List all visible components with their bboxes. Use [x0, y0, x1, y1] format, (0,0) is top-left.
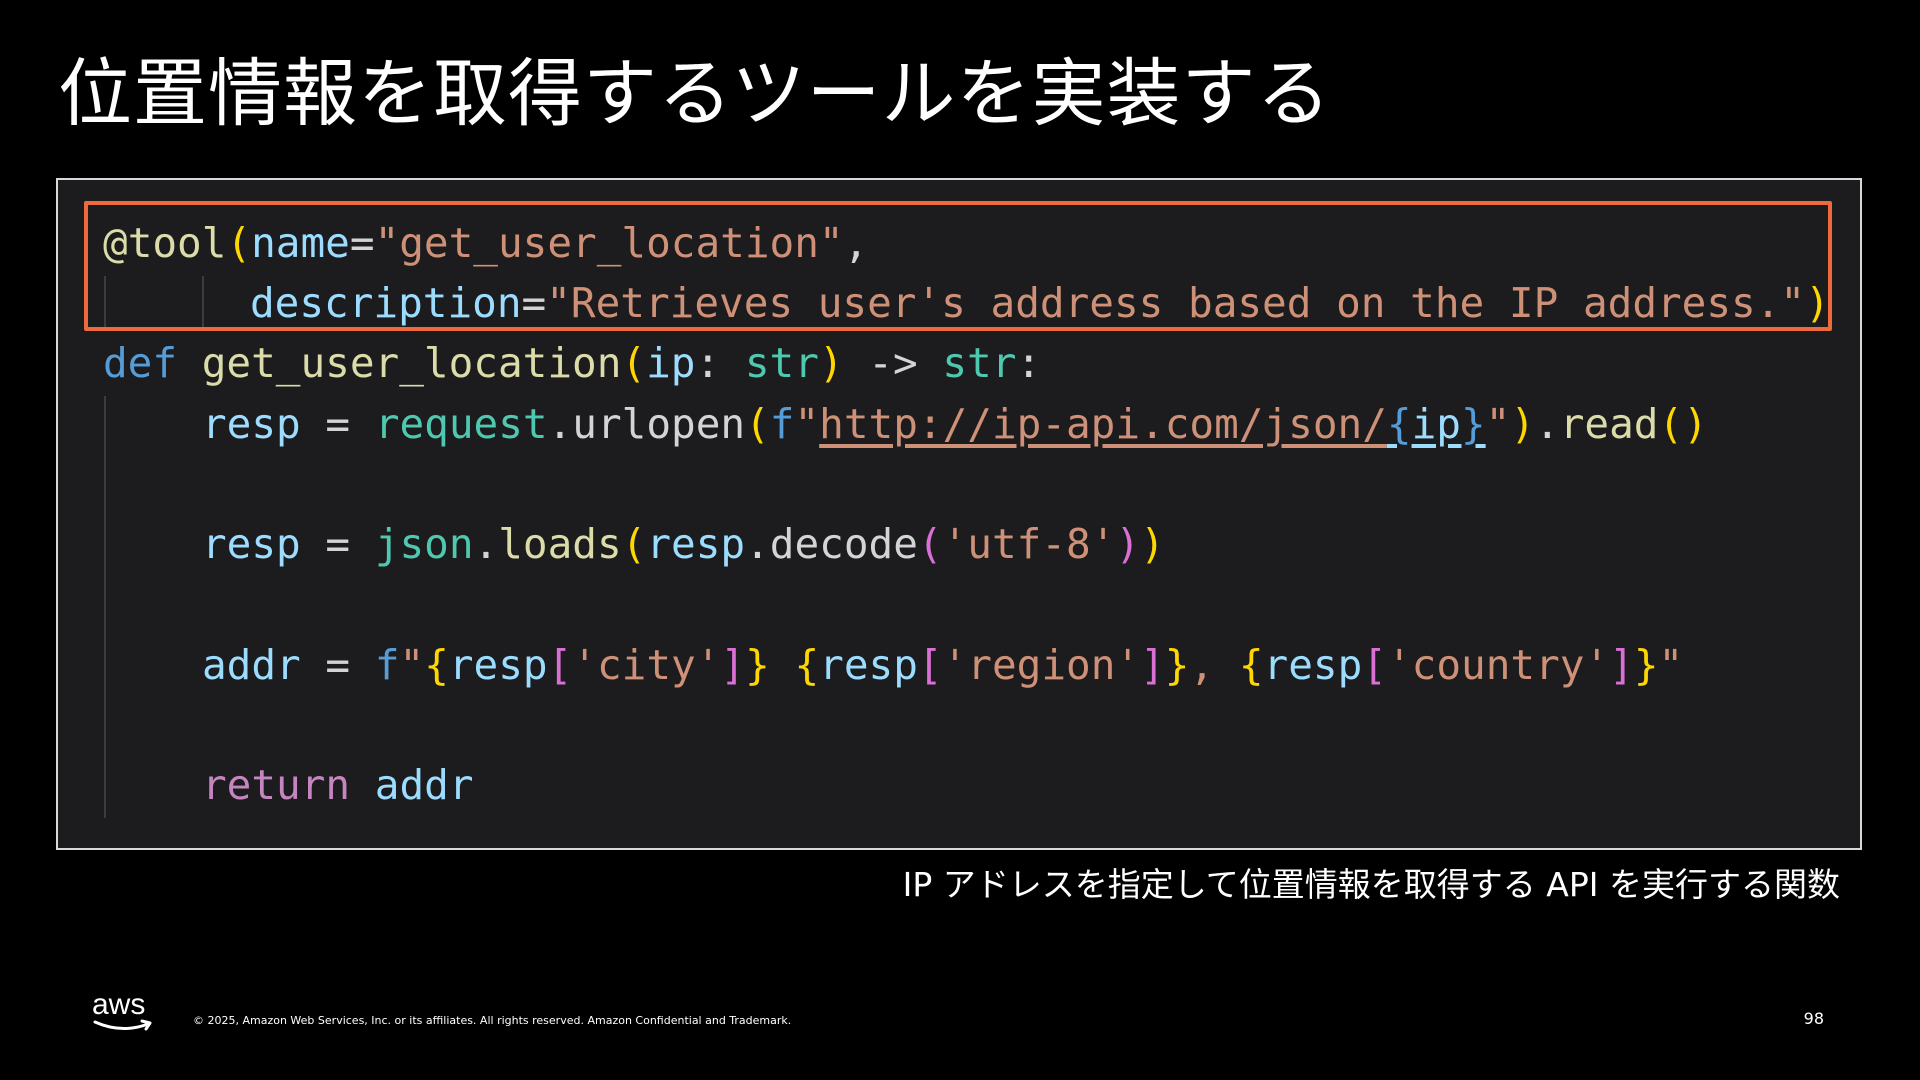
code-token: } [1633, 641, 1659, 689]
slide-title: 位置情報を取得するツールを実装する [58, 51, 1332, 137]
code-token: ] [1609, 641, 1634, 689]
code-token: resp [819, 641, 918, 689]
code-token: str [744, 339, 819, 387]
code-line-2: description="Retrieves user's address ba… [250, 283, 1830, 324]
code-token: 'utf-8' [942, 520, 1116, 568]
code-token: 'region' [942, 641, 1141, 689]
code-token: : [695, 339, 745, 387]
code-token: resp [1263, 641, 1363, 689]
code-token: ] [1140, 641, 1165, 689]
code-token: "get_user_location" [374, 219, 844, 267]
code-token: request [374, 400, 548, 448]
code-line-7: return addr [202, 765, 474, 806]
code-token: str [942, 339, 1017, 387]
code-token: tool [127, 219, 227, 267]
indent-guide [104, 396, 106, 818]
code-token: , [843, 219, 869, 267]
code-token: [ [547, 641, 573, 689]
code-token: . [745, 520, 770, 568]
code-token: { [1386, 400, 1412, 448]
aws-logo: aws [92, 988, 156, 1038]
code-token: json [374, 520, 474, 568]
code-token: read [1559, 400, 1659, 448]
code-token: [ [1362, 641, 1387, 689]
code-token: = [300, 641, 375, 689]
code-token: f [769, 400, 795, 448]
code-token: loads [498, 520, 622, 568]
code-token: } [1164, 641, 1190, 689]
code-token: decode [769, 520, 918, 568]
code-token: ) [1115, 520, 1141, 568]
aws-smile-icon [93, 1019, 152, 1031]
code-token: resp [646, 520, 746, 568]
code-token: { [794, 641, 820, 689]
code-token: " [794, 400, 820, 448]
code-token: ( [621, 339, 647, 387]
code-token: = [521, 279, 547, 327]
code-token: ( [745, 400, 770, 448]
code-token: get_user_location [201, 339, 622, 387]
code-token: = [300, 400, 375, 448]
code-token: { [424, 641, 449, 689]
code-token: ) [1140, 520, 1165, 568]
code-token: } [745, 641, 770, 689]
code-token: resp [202, 520, 301, 568]
code-token: = [349, 219, 375, 267]
code-token: } [1460, 400, 1486, 448]
code-token: . [1535, 400, 1560, 448]
code-line-5: resp = json.loads(resp.decode('utf-8')) [202, 524, 1165, 565]
code-token: addr [202, 641, 301, 689]
code-token: : [1016, 339, 1042, 387]
code-token: ] [720, 641, 746, 689]
copyright-notice: © 2025, Amazon Web Services, Inc. or its… [193, 1014, 792, 1027]
code-line-3: def get_user_location(ip: str) -> str: [103, 343, 1041, 384]
code-token: "Retrieves user's address based on the I… [546, 279, 1806, 327]
code-token: 'country' [1386, 641, 1610, 689]
code-token: " [1658, 641, 1684, 689]
code-token: urlopen [572, 400, 746, 448]
code-token: ip [1411, 400, 1461, 448]
code-token: " [1485, 400, 1511, 448]
code-token: @ [103, 219, 128, 267]
code-token: ip [646, 339, 696, 387]
code-line-1: @tool(name="get_user_location", [103, 223, 868, 264]
code-token: f [374, 641, 400, 689]
code-token: [ [917, 641, 943, 689]
code-line-6: addr = f"{resp['city']} {resp['region']}… [202, 645, 1683, 686]
code-token: ( [621, 520, 647, 568]
code-token: () [1658, 400, 1708, 448]
code-caption: IP アドレスを指定して位置情報を取得する API を実行する関数 [902, 865, 1840, 904]
code-token: . [547, 400, 573, 448]
code-token: addr [374, 761, 474, 809]
code-line-4: resp = request.urlopen(f"http://ip-api.c… [202, 404, 1708, 445]
url-link[interactable]: http://ip-api.com/json/ [819, 400, 1387, 448]
code-token: ) [818, 339, 844, 387]
code-token: -> [843, 339, 943, 387]
code-token: def [103, 339, 178, 387]
code-token: ) [1805, 279, 1830, 327]
code-token: 'city' [572, 641, 721, 689]
code-token: ( [917, 520, 943, 568]
aws-logo-text: aws [92, 988, 146, 1021]
code-token: name [251, 219, 350, 267]
code-token: { [1238, 641, 1264, 689]
code-token: return [202, 761, 351, 809]
code-token: description [250, 279, 522, 327]
code-token: . [473, 520, 499, 568]
code-token: " [399, 641, 425, 689]
code-token: = [300, 520, 375, 568]
code-token: ) [1510, 400, 1536, 448]
code-token: , [1189, 641, 1239, 689]
code-token: ( [226, 219, 252, 267]
page-number: 98 [1803, 1009, 1824, 1028]
code-token: resp [448, 641, 548, 689]
code-token: resp [202, 400, 301, 448]
